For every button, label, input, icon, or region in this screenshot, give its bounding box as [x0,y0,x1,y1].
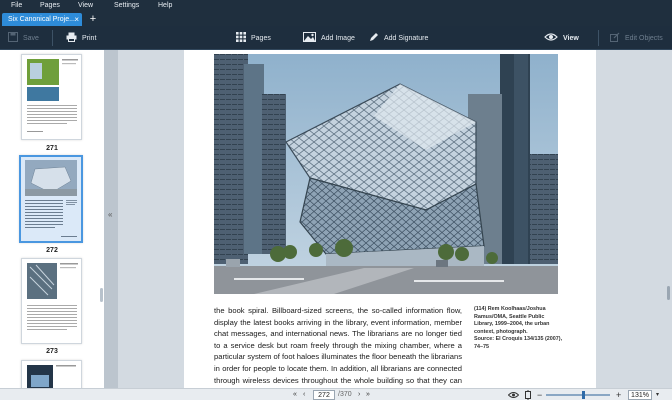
caption-line: 74–75 [474,343,489,350]
toolbar: Save Print Pages Add Image Add Signature… [0,26,672,50]
tab-bar: Six Canonical Proje... × + [0,12,672,26]
save-icon [8,32,18,44]
panel-splitter[interactable]: « [104,50,118,388]
image-icon [303,32,316,44]
page-thumbnail-273[interactable] [21,258,82,344]
pdf-editor-window: File Pages View Settings Help Six Canoni… [0,0,672,400]
zoom-in-button[interactable]: + [616,389,621,400]
document-tab-title: Six Canonical Proje... [8,16,75,23]
page-thumbnail-preview [27,263,78,330]
page-thumbnail-preview [21,157,81,241]
library-photo [214,54,558,294]
document-page: the book spiral. Billboard-sized screens… [184,50,596,388]
print-button[interactable]: Print [66,26,96,50]
grid-icon [236,32,246,44]
menu-help[interactable]: Help [158,0,172,12]
current-page-input[interactable]: 272 [313,390,335,400]
next-page-icon[interactable]: › [358,389,360,400]
zoom-slider[interactable] [546,394,610,396]
menu-settings[interactable]: Settings [114,0,139,12]
page-thumbnail-preview [27,59,78,132]
view-mode-icon[interactable] [507,389,520,400]
toolbar-divider [598,30,599,46]
thumbnail-page-number: 271 [46,145,58,152]
page-thumbnail-271[interactable] [21,54,82,140]
pen-icon [369,32,379,44]
caption-line: (114) Rem Koolhaas/Joshua [474,306,546,312]
pages-button[interactable]: Pages [236,26,271,50]
thumbnail-page-number: 272 [46,247,58,254]
view-label: View [563,34,579,42]
total-pages: /370 [338,391,352,398]
document-viewer[interactable]: the book spiral. Billboard-sized screens… [118,50,672,388]
caption-line: Ramus/OMA, Seattle Public [474,313,545,320]
caption-line: context, photograph. [474,328,528,335]
close-icon[interactable]: × [74,13,79,26]
eye-icon [544,32,558,44]
zoom-out-button[interactable]: − [537,389,542,400]
zoom-level-input[interactable]: 131% [628,390,652,400]
edit-icon [610,32,620,44]
add-signature-button[interactable]: Add Signature [369,26,428,50]
fit-page-icon[interactable] [524,389,532,400]
thumbnail-panel: 271 272 273 [0,50,104,388]
save-button[interactable]: Save [8,26,39,50]
menu-pages[interactable]: Pages [40,0,60,12]
thumbnail-page-number: 273 [46,348,58,355]
print-label: Print [82,34,97,42]
caption-line: Library, 1999–2004, the urban [474,321,550,328]
first-page-icon[interactable]: « [293,389,297,400]
add-signature-label: Add Signature [384,34,429,42]
edit-objects-button[interactable]: Edit Objects [610,26,663,50]
figure-caption: (114) Rem Koolhaas/Joshua Ramus/OMA, Sea… [474,306,564,352]
zoom-slider-handle[interactable] [582,391,585,399]
prev-page-icon[interactable]: ‹ [303,389,305,400]
page-thumbnail-272[interactable] [19,155,83,243]
edit-objects-label: Edit Objects [625,34,663,42]
zoom-dropdown-icon[interactable]: ▾ [656,389,659,400]
thumbnail-scrollbar[interactable] [100,288,103,302]
menu-bar: File Pages View Settings Help [0,0,672,12]
status-bar: « ‹ 272 /370 › » − + 131% ▾ [0,388,672,400]
page-thumbnail-preview [27,365,76,388]
viewer-scrollbar[interactable] [667,286,670,300]
view-button[interactable]: View [544,26,579,50]
add-image-label: Add Image [321,34,355,42]
pages-label: Pages [251,34,271,42]
page-thumbnail-274[interactable] [21,360,82,388]
menu-file[interactable]: File [11,0,22,12]
body-paragraph: the book spiral. Billboard-sized screens… [214,306,462,388]
menu-view[interactable]: View [78,0,93,12]
document-tab[interactable]: Six Canonical Proje... × [2,13,82,26]
collapse-arrow-icon[interactable]: « [108,210,112,219]
last-page-icon[interactable]: » [366,389,370,400]
toolbar-divider [52,30,53,46]
printer-icon [66,32,77,44]
caption-line: Source: El Croquis 134/135 (2007), [474,336,563,343]
new-tab-button[interactable]: + [86,13,100,26]
save-label: Save [23,34,39,42]
add-image-button[interactable]: Add Image [303,26,355,50]
